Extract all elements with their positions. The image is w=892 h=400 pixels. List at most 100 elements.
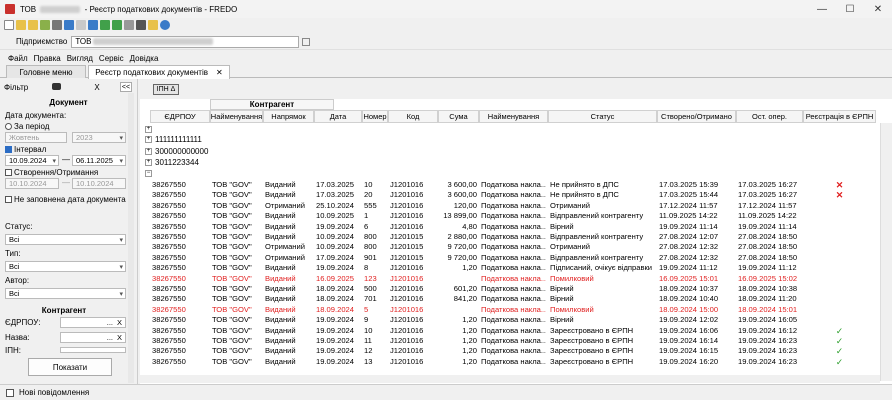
author-select[interactable]: Всі ▾ bbox=[5, 288, 126, 299]
tab-main-menu[interactable]: Головне меню bbox=[6, 65, 86, 78]
tab-tax-registry[interactable]: Реєстр податкових документів ✕ bbox=[88, 65, 230, 79]
menu-edit[interactable]: Правка bbox=[34, 54, 61, 63]
name-clear-button[interactable]: X bbox=[117, 333, 122, 342]
menu-view[interactable]: Вигляд bbox=[67, 54, 93, 63]
ipn-field[interactable] bbox=[60, 347, 126, 353]
table-row[interactable]: 38267550 ТОВ "GOV" Виданий 19.09.2024 12 J120… bbox=[140, 346, 880, 356]
period-option[interactable]: За період bbox=[5, 122, 49, 131]
menu-service[interactable]: Сервіс bbox=[99, 54, 124, 63]
show-button[interactable]: Показати bbox=[28, 358, 112, 376]
copy-icon[interactable] bbox=[40, 20, 50, 30]
new-messages-checkbox[interactable] bbox=[6, 388, 14, 397]
expand-icon[interactable]: + bbox=[145, 147, 152, 155]
column-header-code[interactable]: Код bbox=[388, 110, 438, 123]
column-header-sum[interactable]: Сума bbox=[438, 110, 479, 123]
unfilled-date-checkbox[interactable] bbox=[5, 196, 12, 203]
name-field[interactable]: ... X bbox=[60, 332, 126, 343]
interval-option[interactable]: Інтервал bbox=[5, 145, 46, 154]
receive-icon[interactable] bbox=[148, 20, 158, 30]
group-row[interactable]: − bbox=[140, 168, 155, 178]
menu-help[interactable]: Довідка bbox=[130, 54, 159, 63]
expand-icon[interactable]: + bbox=[145, 158, 152, 166]
group-row[interactable]: +111111111111 bbox=[140, 134, 202, 144]
archive-icon[interactable] bbox=[76, 20, 86, 30]
unfilled-date-option[interactable]: Не заповнена дата документа bbox=[5, 195, 126, 204]
table-row[interactable]: 38267550 ТОВ "GOV" Виданий 10.09.2025 1 J1201… bbox=[140, 211, 880, 221]
created-from-field[interactable]: 10.10.2024 bbox=[5, 178, 59, 189]
company-select-button[interactable] bbox=[302, 37, 311, 46]
send-icon[interactable] bbox=[112, 20, 122, 30]
status-select[interactable]: Всі ▾ bbox=[5, 234, 126, 245]
date-to-field[interactable]: 06.11.2025 ▾ bbox=[72, 155, 126, 166]
column-header-status[interactable]: Статус bbox=[548, 110, 657, 123]
camera-icon[interactable] bbox=[52, 83, 61, 90]
column-header-created[interactable]: Створено/Отримано bbox=[657, 110, 736, 123]
table-row[interactable]: 38267550 ТОВ "GOV" Виданий 18.09.2024 701 J12… bbox=[140, 294, 880, 304]
grid-vertical-scrollbar[interactable] bbox=[880, 123, 892, 381]
table-row[interactable]: 38267550 ТОВ "GOV" Виданий 19.09.2024 11 J120… bbox=[140, 336, 880, 346]
date-from-field[interactable]: 10.09.2024 ▾ bbox=[5, 155, 59, 166]
help-icon[interactable] bbox=[160, 20, 170, 30]
minimize-button[interactable]: — bbox=[808, 0, 836, 18]
collapse-icon[interactable]: − bbox=[145, 169, 152, 177]
company-field[interactable]: ТОВ bbox=[71, 35, 300, 48]
column-header-number[interactable]: Номер bbox=[362, 110, 388, 123]
table-row[interactable]: 38267550 ТОВ "GOV" Виданий 17.03.2025 20 J120… bbox=[140, 190, 880, 200]
table-row[interactable]: 38267550 ТОВ "GOV" Виданий 19.09.2024 6 J1201… bbox=[140, 222, 880, 232]
edrpou-clear-button[interactable]: X bbox=[117, 318, 122, 327]
created-checkbox[interactable] bbox=[5, 169, 12, 176]
tab-close-icon[interactable]: ✕ bbox=[216, 68, 223, 77]
group-row[interactable]: +3011223344 bbox=[140, 157, 199, 167]
table-row[interactable]: 38267550 ТОВ "GOV" Виданий 10.09.2024 800 J12… bbox=[140, 232, 880, 242]
expand-icon[interactable]: + bbox=[145, 125, 152, 133]
table-row[interactable]: 38267550 ТОВ "GOV" Виданий 19.09.2024 10 J120… bbox=[140, 326, 880, 336]
group-by-ipn-button[interactable]: ІПН Δ bbox=[153, 84, 179, 95]
type-select[interactable]: Всі ▾ bbox=[5, 261, 126, 272]
save-icon[interactable] bbox=[64, 20, 74, 30]
table-row[interactable]: 38267550 ТОВ "GOV" Виданий 18.09.2024 500 J12… bbox=[140, 284, 880, 294]
table-row[interactable]: 38267550 ТОВ "GOV" Отриманий 10.09.2024 800 J… bbox=[140, 242, 880, 252]
table-row[interactable]: 38267550 ТОВ "GOV" Виданий 19.09.2024 9 J1201… bbox=[140, 315, 880, 325]
table-row[interactable]: 38267550 ТОВ "GOV" Виданий 19.09.2024 13 J120… bbox=[140, 357, 880, 367]
table-row[interactable]: 38267550 ТОВ "GOV" Виданий 17.03.2025 10 J120… bbox=[140, 180, 880, 190]
year-select[interactable]: 2023 ▾ bbox=[72, 132, 126, 143]
table-row[interactable]: 38267550 ТОВ "GOV" Отриманий 25.10.2024 555 J… bbox=[140, 201, 880, 211]
collapse-panel-button[interactable]: << bbox=[120, 82, 132, 92]
column-header-edrpou[interactable]: ЄДРПОУ bbox=[150, 110, 210, 123]
created-option[interactable]: Створення/Отримання bbox=[5, 168, 98, 177]
menu-file[interactable]: Файл bbox=[8, 54, 28, 63]
edrpou-browse-button[interactable]: ... bbox=[107, 318, 113, 327]
new-doc-icon[interactable] bbox=[4, 20, 14, 30]
print-icon[interactable] bbox=[52, 20, 62, 30]
column-header-doc-name[interactable]: Найменування bbox=[479, 110, 548, 123]
name-browse-button[interactable]: ... bbox=[107, 333, 113, 342]
filter-close-button[interactable]: X bbox=[92, 82, 102, 92]
table-row[interactable]: 38267550 ТОВ "GOV" Отриманий 17.09.2024 901 J… bbox=[140, 253, 880, 263]
interval-checkbox[interactable] bbox=[5, 146, 12, 153]
group-row[interactable]: + bbox=[140, 124, 155, 134]
column-header-last-op[interactable]: Ост. опер. bbox=[736, 110, 803, 123]
grid-horizontal-scrollbar[interactable] bbox=[140, 375, 880, 383]
column-header-name[interactable]: Найменування bbox=[210, 110, 263, 123]
refresh-icon[interactable] bbox=[100, 20, 110, 30]
period-radio[interactable] bbox=[5, 123, 12, 130]
screen-icon[interactable] bbox=[88, 20, 98, 30]
column-header-direction[interactable]: Напрямок bbox=[263, 110, 314, 123]
created-to-field[interactable]: 10.10.2024 bbox=[72, 178, 126, 189]
open-folder-icon[interactable] bbox=[28, 20, 38, 30]
column-header-erpn[interactable]: Реєстрація в ЄРПН bbox=[803, 110, 876, 123]
group-row[interactable]: +300000000000 bbox=[140, 146, 208, 156]
table-row[interactable]: 38267550 ТОВ "GOV" Виданий 18.09.2024 5 J1201… bbox=[140, 305, 880, 315]
edit-icon[interactable] bbox=[16, 20, 26, 30]
close-window-button[interactable]: ✕ bbox=[864, 0, 892, 18]
table-row[interactable]: 38267550 ТОВ "GOV" Виданий 19.09.2024 8 J1201… bbox=[140, 263, 880, 273]
settings-icon[interactable] bbox=[124, 20, 134, 30]
month-select[interactable]: Жовтень bbox=[5, 132, 67, 143]
filter-scrollbar[interactable] bbox=[128, 93, 134, 383]
edrpou-field[interactable]: ... X bbox=[60, 317, 126, 328]
filter-icon[interactable] bbox=[136, 20, 146, 30]
table-row[interactable]: 38267550 ТОВ "GOV" Виданий 16.09.2025 123 J12… bbox=[140, 274, 880, 284]
column-header-date[interactable]: Дата bbox=[314, 110, 362, 123]
maximize-button[interactable]: ☐ bbox=[836, 0, 864, 18]
expand-icon[interactable]: + bbox=[145, 135, 152, 143]
